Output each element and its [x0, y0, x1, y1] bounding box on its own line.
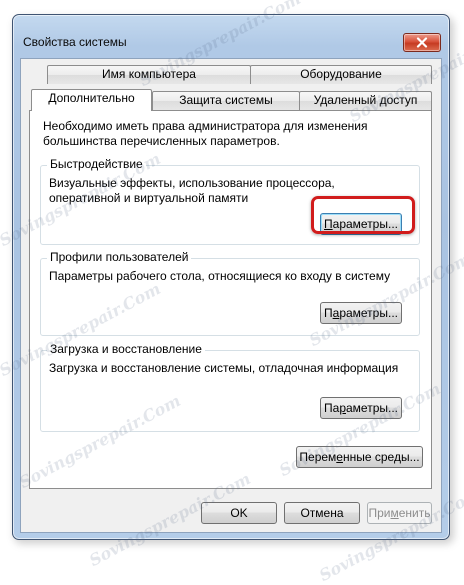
startup-recovery-group: Загрузка и восстановление Загрузка и вос…	[40, 342, 420, 432]
performance-group: Быстродействие Визуальные эффекты, испол…	[40, 157, 420, 245]
admin-rights-notice: Необходимо иметь права администратора дл…	[43, 119, 368, 148]
environment-variables-button[interactable]: Переменные среды...	[296, 446, 423, 468]
close-button[interactable]	[403, 33, 441, 52]
tab-remote-access[interactable]: Удаленный доступ	[299, 91, 432, 110]
group-title: Профили пользователей	[47, 250, 192, 265]
tab-advanced[interactable]: Дополнительно	[31, 89, 152, 111]
tab-label: Имя компьютера	[102, 67, 196, 81]
tab-label: Удаленный доступ	[313, 93, 418, 107]
tab-label: Оборудование	[300, 67, 382, 81]
performance-settings-button[interactable]: Параметры...	[320, 213, 402, 235]
advanced-tab-panel: Необходимо иметь права администратора дл…	[29, 110, 432, 489]
user-profiles-settings-button[interactable]: Параметры...	[320, 302, 402, 324]
tab-label: Дополнительно	[48, 91, 135, 105]
dialog-client-area: Имя компьютера Оборудование Дополнительн…	[20, 58, 442, 533]
title-bar[interactable]: Свойства системы	[13, 15, 449, 59]
cancel-button[interactable]: Отмена	[284, 502, 360, 524]
tab-computer-name[interactable]: Имя компьютера	[47, 65, 251, 84]
group-title: Загрузка и восстановление	[47, 342, 205, 357]
window-title: Свойства системы	[23, 35, 127, 49]
tab-hardware[interactable]: Оборудование	[250, 65, 432, 84]
startup-recovery-settings-button[interactable]: Параметры...	[320, 397, 402, 419]
user-profiles-group: Профили пользователей Параметры рабочего…	[40, 250, 420, 336]
system-properties-window: Свойства системы Имя компьютера Оборудов…	[12, 14, 450, 540]
tab-label: Защита системы	[179, 93, 273, 107]
group-description: Визуальные эффекты, использование процес…	[49, 176, 335, 205]
group-title: Быстродействие	[47, 157, 146, 172]
close-icon	[416, 37, 428, 48]
apply-button[interactable]: Применить	[367, 502, 432, 524]
ok-button[interactable]: OK	[201, 502, 277, 524]
tab-system-protection[interactable]: Защита системы	[152, 91, 300, 110]
group-description: Загрузка и восстановление системы, отлад…	[49, 361, 399, 375]
group-description: Параметры рабочего стола, относящиеся ко…	[49, 269, 391, 283]
